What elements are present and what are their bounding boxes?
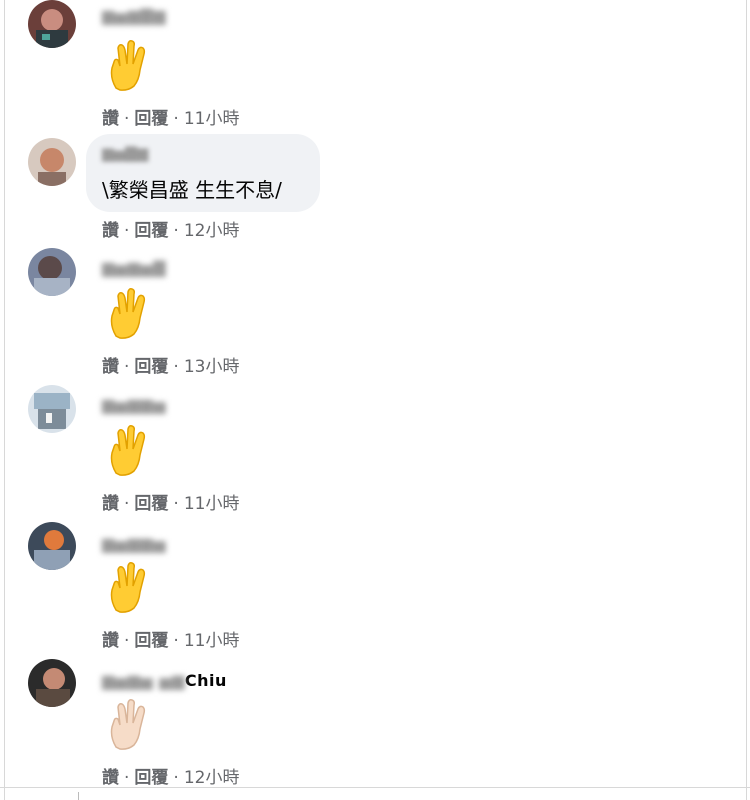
avatar-image bbox=[28, 522, 76, 570]
frame-right-border bbox=[746, 0, 747, 800]
commenter-name[interactable]: ▆▅▆▆▅ bbox=[102, 534, 166, 553]
blurred-name: ▆▅▆▅▇ bbox=[102, 258, 167, 277]
comment-actions: 讚 · 回覆 · 11小時 bbox=[102, 626, 239, 651]
timestamp[interactable]: 11小時 bbox=[184, 494, 240, 514]
avatar[interactable] bbox=[28, 0, 76, 48]
separator: · bbox=[173, 768, 179, 788]
avatar-image bbox=[28, 248, 76, 296]
separator: · bbox=[173, 631, 179, 651]
separator: · bbox=[173, 109, 179, 129]
separator: · bbox=[124, 631, 130, 651]
comment-bubble: ▆▅▇▆ \繁榮昌盛 生生不息/ bbox=[86, 134, 320, 212]
blurred-name: ▆▅▆▆▅ bbox=[102, 534, 167, 553]
separator: · bbox=[124, 357, 130, 377]
avatar[interactable] bbox=[28, 659, 76, 707]
commenter-name[interactable]: ▆▅▇▆ bbox=[102, 144, 148, 162]
vulcan-salute-icon bbox=[110, 288, 146, 339]
separator: · bbox=[124, 768, 130, 788]
like-link[interactable]: 讚 bbox=[102, 631, 119, 651]
separator: · bbox=[173, 357, 179, 377]
avatar[interactable] bbox=[28, 522, 76, 570]
blurred-name: ▆▅▆▆▅ bbox=[102, 395, 167, 414]
comment-actions: 讚 · 回覆 · 12小時 bbox=[102, 763, 239, 788]
avatar-image bbox=[28, 0, 76, 48]
avatar-image bbox=[28, 138, 76, 186]
reply-link[interactable]: 回覆 bbox=[134, 109, 168, 129]
avatar[interactable] bbox=[28, 248, 76, 296]
reply-link[interactable]: 回覆 bbox=[134, 631, 168, 651]
reply-link[interactable]: 回覆 bbox=[134, 494, 168, 514]
reply-link[interactable]: 回覆 bbox=[134, 768, 168, 788]
vulcan-salute-icon bbox=[110, 40, 146, 91]
frame-tick bbox=[78, 792, 79, 800]
timestamp[interactable]: 13小時 bbox=[184, 357, 240, 377]
name-visible-part: Chiu bbox=[184, 671, 227, 690]
commenter-name[interactable]: ▆▅▆▆▅ bbox=[102, 395, 166, 414]
blurred-name: ▆▅▆▇▆ bbox=[102, 6, 167, 25]
timestamp[interactable]: 12小時 bbox=[184, 768, 240, 788]
separator: · bbox=[124, 494, 130, 514]
timestamp[interactable]: 11小時 bbox=[184, 631, 240, 651]
comment-actions: 讚 · 回覆 · 11小時 bbox=[102, 104, 239, 129]
vulcan-salute-icon bbox=[110, 699, 146, 750]
vulcan-salute-icon bbox=[110, 562, 146, 613]
timestamp[interactable]: 12小時 bbox=[184, 221, 240, 241]
comment-actions: 讚 · 回覆 · 12小時 bbox=[102, 216, 239, 241]
avatar-image bbox=[28, 659, 76, 707]
like-link[interactable]: 讚 bbox=[102, 494, 119, 514]
reply-link[interactable]: 回覆 bbox=[134, 221, 168, 241]
vulcan-salute-icon bbox=[110, 425, 146, 476]
frame-left-border bbox=[4, 0, 5, 800]
commenter-name[interactable]: ▆▅▆▇▆ bbox=[102, 6, 166, 25]
like-link[interactable]: 讚 bbox=[102, 357, 119, 377]
separator: · bbox=[173, 221, 179, 241]
timestamp[interactable]: 11小時 bbox=[184, 109, 240, 129]
reply-link[interactable]: 回覆 bbox=[134, 357, 168, 377]
commenter-name[interactable]: ▆▅▆▅ ▅▆Chiu bbox=[102, 671, 227, 690]
blurred-name: ▆▅▆▅ ▅▆ bbox=[102, 671, 185, 690]
avatar[interactable] bbox=[28, 385, 76, 433]
comment-actions: 讚 · 回覆 · 13小時 bbox=[102, 352, 239, 377]
avatar[interactable] bbox=[28, 138, 76, 186]
like-link[interactable]: 讚 bbox=[102, 221, 119, 241]
like-link[interactable]: 讚 bbox=[102, 768, 119, 788]
separator: · bbox=[173, 494, 179, 514]
like-link[interactable]: 讚 bbox=[102, 109, 119, 129]
comment-text: \繁榮昌盛 生生不息/ bbox=[102, 178, 282, 202]
separator: · bbox=[124, 109, 130, 129]
commenter-name[interactable]: ▆▅▆▅▇ bbox=[102, 258, 166, 277]
comment-actions: 讚 · 回覆 · 11小時 bbox=[102, 489, 239, 514]
separator: · bbox=[124, 221, 130, 241]
avatar-image bbox=[28, 385, 76, 433]
